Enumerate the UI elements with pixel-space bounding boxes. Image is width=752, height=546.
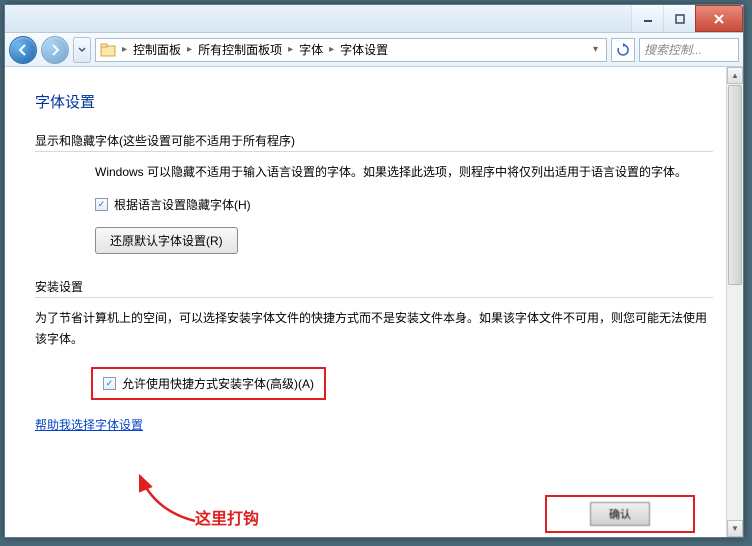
annotation-text: 这里打钩 [195, 505, 259, 529]
breadcrumb-item[interactable]: 字体设置 [336, 41, 392, 58]
divider [35, 297, 713, 298]
nav-bar: ▸ 控制面板 ▸ 所有控制面板项 ▸ 字体 ▸ 字体设置 ▾ 搜索控制... [5, 33, 743, 67]
checkbox-label: 根据语言设置隐藏字体(H) [114, 196, 251, 213]
explorer-window: ▸ 控制面板 ▸ 所有控制面板项 ▸ 字体 ▸ 字体设置 ▾ 搜索控制... 字… [4, 4, 744, 538]
help-link[interactable]: 帮助我选择字体设置 [35, 416, 143, 433]
divider [35, 151, 713, 152]
section-description: 为了节省计算机上的空间，可以选择安装字体文件的快捷方式而不是安装文件本身。如果该… [35, 308, 713, 349]
breadcrumb-item[interactable]: 所有控制面板项 [194, 41, 286, 58]
chevron-icon: ▸ [120, 44, 129, 55]
minimize-button[interactable] [631, 5, 663, 32]
breadcrumb-item[interactable]: 控制面板 [129, 41, 185, 58]
section-description: Windows 可以隐藏不适用于输入语言设置的字体。如果选择此选项，则程序中将仅… [95, 162, 713, 182]
close-button[interactable] [695, 5, 743, 32]
highlighted-confirm-area: 确认 [545, 495, 695, 533]
dropdown-icon[interactable]: ▾ [587, 44, 604, 55]
section-title: 显示和隐藏字体(这些设置可能不适用于所有程序) [35, 132, 713, 149]
breadcrumb-bar[interactable]: ▸ 控制面板 ▸ 所有控制面板项 ▸ 字体 ▸ 字体设置 ▾ [95, 38, 607, 62]
vertical-scrollbar[interactable]: ▲ ▼ [726, 67, 743, 537]
refresh-button[interactable] [611, 38, 635, 62]
chevron-icon: ▸ [286, 44, 295, 55]
search-input[interactable]: 搜索控制... [639, 38, 739, 62]
section-title: 安装设置 [35, 278, 713, 295]
checkbox-row: ✓ 根据语言设置隐藏字体(H) [95, 196, 713, 213]
breadcrumb-item[interactable]: 字体 [295, 41, 327, 58]
hide-fonts-checkbox[interactable]: ✓ [95, 198, 108, 211]
checkbox-label: 允许使用快捷方式安装字体(高级)(A) [122, 375, 314, 392]
restore-defaults-button[interactable]: 还原默认字体设置(R) [95, 227, 238, 254]
scroll-up-button[interactable]: ▲ [727, 67, 743, 84]
back-button[interactable] [9, 36, 37, 64]
forward-button[interactable] [41, 36, 69, 64]
confirm-button[interactable]: 确认 [590, 502, 650, 526]
scroll-down-button[interactable]: ▼ [727, 520, 743, 537]
content-pane: 字体设置 显示和隐藏字体(这些设置可能不适用于所有程序) Windows 可以隐… [5, 67, 743, 537]
title-bar [5, 5, 743, 33]
chevron-icon: ▸ [327, 44, 336, 55]
chevron-icon: ▸ [185, 44, 194, 55]
shortcut-install-checkbox[interactable]: ✓ [103, 377, 116, 390]
scroll-thumb[interactable] [728, 85, 742, 285]
folder-icon [98, 41, 118, 59]
history-dropdown[interactable] [73, 37, 91, 63]
highlighted-checkbox-area: ✓ 允许使用快捷方式安装字体(高级)(A) [91, 367, 326, 400]
maximize-button[interactable] [663, 5, 695, 32]
page-heading: 字体设置 [35, 91, 713, 112]
